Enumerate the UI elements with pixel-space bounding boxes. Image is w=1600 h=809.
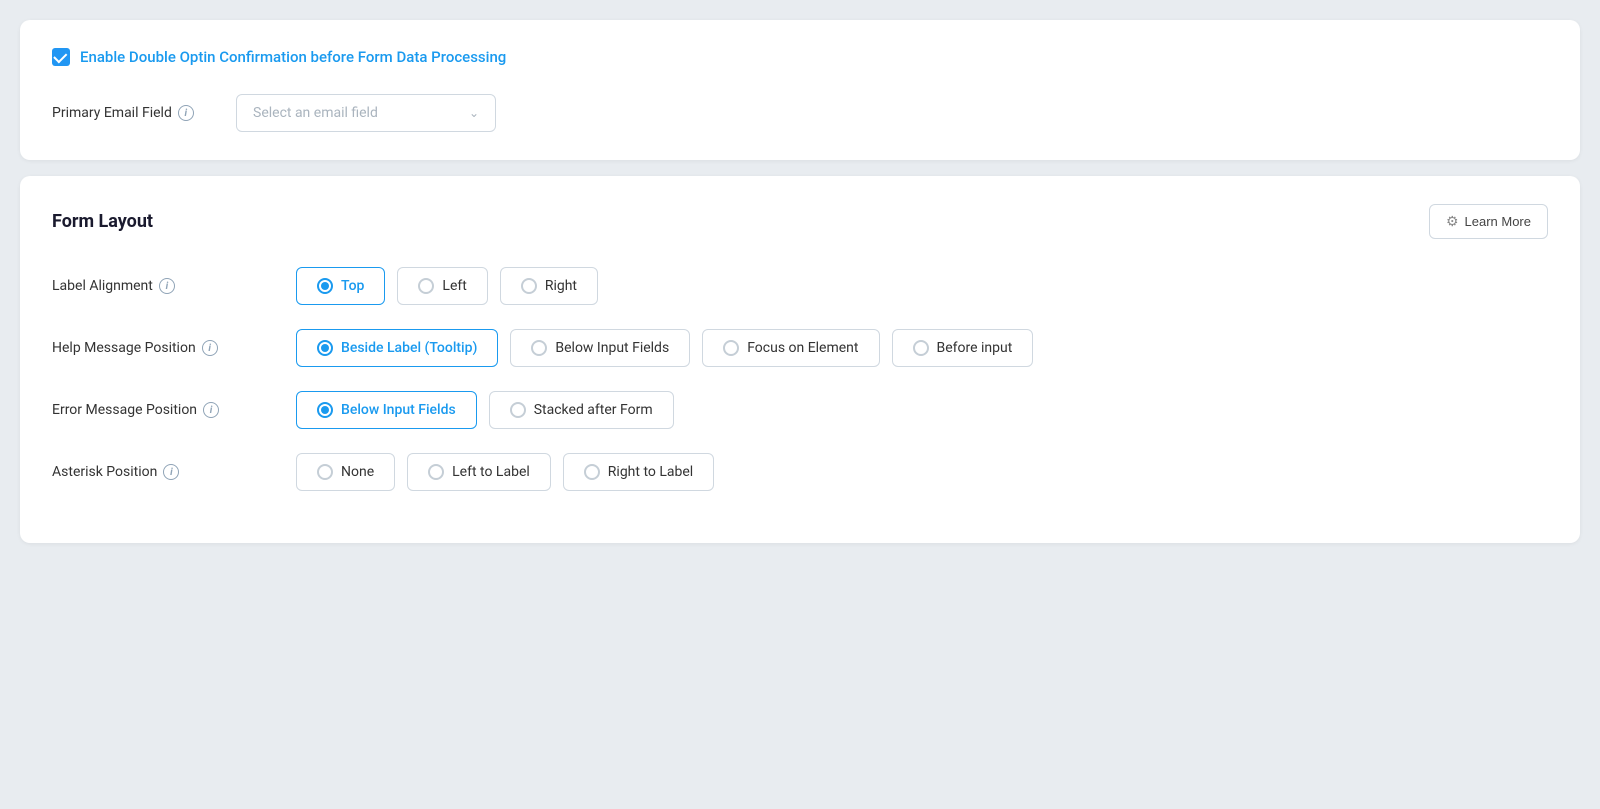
label-alignment-label: Label Alignment i bbox=[52, 278, 272, 294]
error-message-position-row: Error Message Position i Below Input Fie… bbox=[52, 391, 1548, 429]
radio-before-label: Before input bbox=[937, 340, 1013, 356]
label-alignment-right[interactable]: Right bbox=[500, 267, 598, 305]
primary-email-label: Primary Email Field i bbox=[52, 105, 212, 121]
label-alignment-info-icon: i bbox=[159, 278, 175, 294]
double-optin-label: Enable Double Optin Confirmation before … bbox=[80, 48, 506, 66]
asterisk-left[interactable]: Left to Label bbox=[407, 453, 551, 491]
radio-top-circle bbox=[317, 278, 333, 294]
primary-email-row: Primary Email Field i Select an email fi… bbox=[52, 94, 1548, 132]
double-optin-checkbox[interactable] bbox=[52, 48, 70, 66]
top-card: Enable Double Optin Confirmation before … bbox=[20, 20, 1580, 160]
help-message-position-label: Help Message Position i bbox=[52, 340, 272, 356]
radio-error-stacked-label: Stacked after Form bbox=[534, 402, 653, 418]
form-layout-card: Form Layout ⚙ Learn More Label Alignment… bbox=[20, 176, 1580, 543]
double-optin-row: Enable Double Optin Confirmation before … bbox=[52, 48, 1548, 66]
form-layout-header: Form Layout ⚙ Learn More bbox=[52, 204, 1548, 239]
label-alignment-top[interactable]: Top bbox=[296, 267, 385, 305]
radio-right-circle bbox=[521, 278, 537, 294]
error-msg-stacked[interactable]: Stacked after Form bbox=[489, 391, 674, 429]
form-layout-title: Form Layout bbox=[52, 211, 153, 232]
radio-error-below-circle bbox=[317, 402, 333, 418]
asterisk-position-row: Asterisk Position i None Left to Label R… bbox=[52, 453, 1548, 491]
help-msg-before[interactable]: Before input bbox=[892, 329, 1034, 367]
email-field-placeholder: Select an email field bbox=[253, 105, 378, 121]
help-message-position-row: Help Message Position i Beside Label (To… bbox=[52, 329, 1548, 367]
asterisk-none[interactable]: None bbox=[296, 453, 395, 491]
label-alignment-row: Label Alignment i Top Left Right bbox=[52, 267, 1548, 305]
radio-right-label: Right bbox=[545, 278, 577, 294]
radio-beside-circle bbox=[317, 340, 333, 356]
asterisk-right[interactable]: Right to Label bbox=[563, 453, 714, 491]
radio-below-circle bbox=[531, 340, 547, 356]
help-msg-beside[interactable]: Beside Label (Tooltip) bbox=[296, 329, 498, 367]
radio-asterisk-left-circle bbox=[428, 464, 444, 480]
asterisk-info-icon: i bbox=[163, 464, 179, 480]
radio-before-circle bbox=[913, 340, 929, 356]
radio-top-label: Top bbox=[341, 278, 364, 294]
radio-left-label: Left bbox=[442, 278, 466, 294]
learn-more-button[interactable]: ⚙ Learn More bbox=[1429, 204, 1548, 239]
radio-asterisk-right-label: Right to Label bbox=[608, 464, 693, 480]
error-msg-below[interactable]: Below Input Fields bbox=[296, 391, 477, 429]
label-alignment-options: Top Left Right bbox=[296, 267, 598, 305]
error-message-info-icon: i bbox=[203, 402, 219, 418]
radio-asterisk-right-circle bbox=[584, 464, 600, 480]
radio-focus-label: Focus on Element bbox=[747, 340, 858, 356]
radio-error-stacked-circle bbox=[510, 402, 526, 418]
help-message-info-icon: i bbox=[202, 340, 218, 356]
radio-focus-circle bbox=[723, 340, 739, 356]
radio-asterisk-none-label: None bbox=[341, 464, 374, 480]
radio-left-circle bbox=[418, 278, 434, 294]
label-alignment-left[interactable]: Left bbox=[397, 267, 487, 305]
error-message-options: Below Input Fields Stacked after Form bbox=[296, 391, 674, 429]
asterisk-options: None Left to Label Right to Label bbox=[296, 453, 714, 491]
help-message-options: Beside Label (Tooltip) Below Input Field… bbox=[296, 329, 1033, 367]
gear-icon: ⚙ bbox=[1446, 213, 1459, 230]
chevron-down-icon: ⌄ bbox=[469, 106, 479, 120]
radio-asterisk-left-label: Left to Label bbox=[452, 464, 530, 480]
radio-beside-label: Beside Label (Tooltip) bbox=[341, 340, 477, 356]
radio-below-label: Below Input Fields bbox=[555, 340, 669, 356]
asterisk-position-label: Asterisk Position i bbox=[52, 464, 272, 480]
help-msg-focus[interactable]: Focus on Element bbox=[702, 329, 879, 367]
email-field-select[interactable]: Select an email field ⌄ bbox=[236, 94, 496, 132]
radio-asterisk-none-circle bbox=[317, 464, 333, 480]
learn-more-label: Learn More bbox=[1465, 214, 1531, 229]
radio-error-below-label: Below Input Fields bbox=[341, 402, 456, 418]
primary-email-info-icon: i bbox=[178, 105, 194, 121]
error-message-position-label: Error Message Position i bbox=[52, 402, 272, 418]
help-msg-below[interactable]: Below Input Fields bbox=[510, 329, 690, 367]
